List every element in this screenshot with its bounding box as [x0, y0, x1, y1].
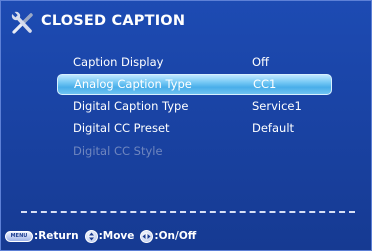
menu-key-icon: MENU	[5, 230, 33, 242]
onoff-hint-label: :On/Off	[154, 230, 197, 242]
tools-icon	[10, 10, 36, 36]
menu-item-value: Default	[252, 121, 295, 135]
menu-item-caption-display[interactable]: Caption Display Off	[57, 52, 332, 73]
menu-item-digital-cc-preset[interactable]: Digital CC Preset Default	[57, 118, 332, 139]
menu-item-label: Digital CC Style	[73, 144, 163, 158]
left-right-arrow-icon	[140, 229, 154, 243]
menu-item-label: Digital CC Preset	[73, 121, 170, 135]
osd-menu-screen: CLOSED CAPTION Caption Display Off Analo…	[0, 0, 372, 251]
page-title: CLOSED CAPTION	[41, 13, 186, 29]
footer-hints: MENU :Return :Move :On/Off	[5, 227, 196, 245]
menu-item-value: Off	[252, 55, 269, 69]
menu-item-analog-caption-type[interactable]: Analog Caption Type CC1	[57, 74, 332, 95]
menu-item-label: Analog Caption Type	[74, 77, 192, 91]
move-hint-label: :Move	[98, 230, 135, 242]
menu-item-label: Caption Display	[73, 55, 164, 69]
menu-item-value: Service1	[252, 99, 302, 113]
footer-divider	[21, 211, 355, 213]
return-hint-label: :Return	[34, 230, 79, 242]
menu-item-value: CC1	[253, 77, 277, 91]
up-down-arrow-icon	[84, 229, 98, 243]
menu-item-digital-caption-type[interactable]: Digital Caption Type Service1	[57, 96, 332, 117]
menu-item-label: Digital Caption Type	[73, 99, 189, 113]
menu-item-digital-cc-style: Digital CC Style	[57, 141, 332, 162]
menu-header: CLOSED CAPTION	[1, 1, 371, 45]
